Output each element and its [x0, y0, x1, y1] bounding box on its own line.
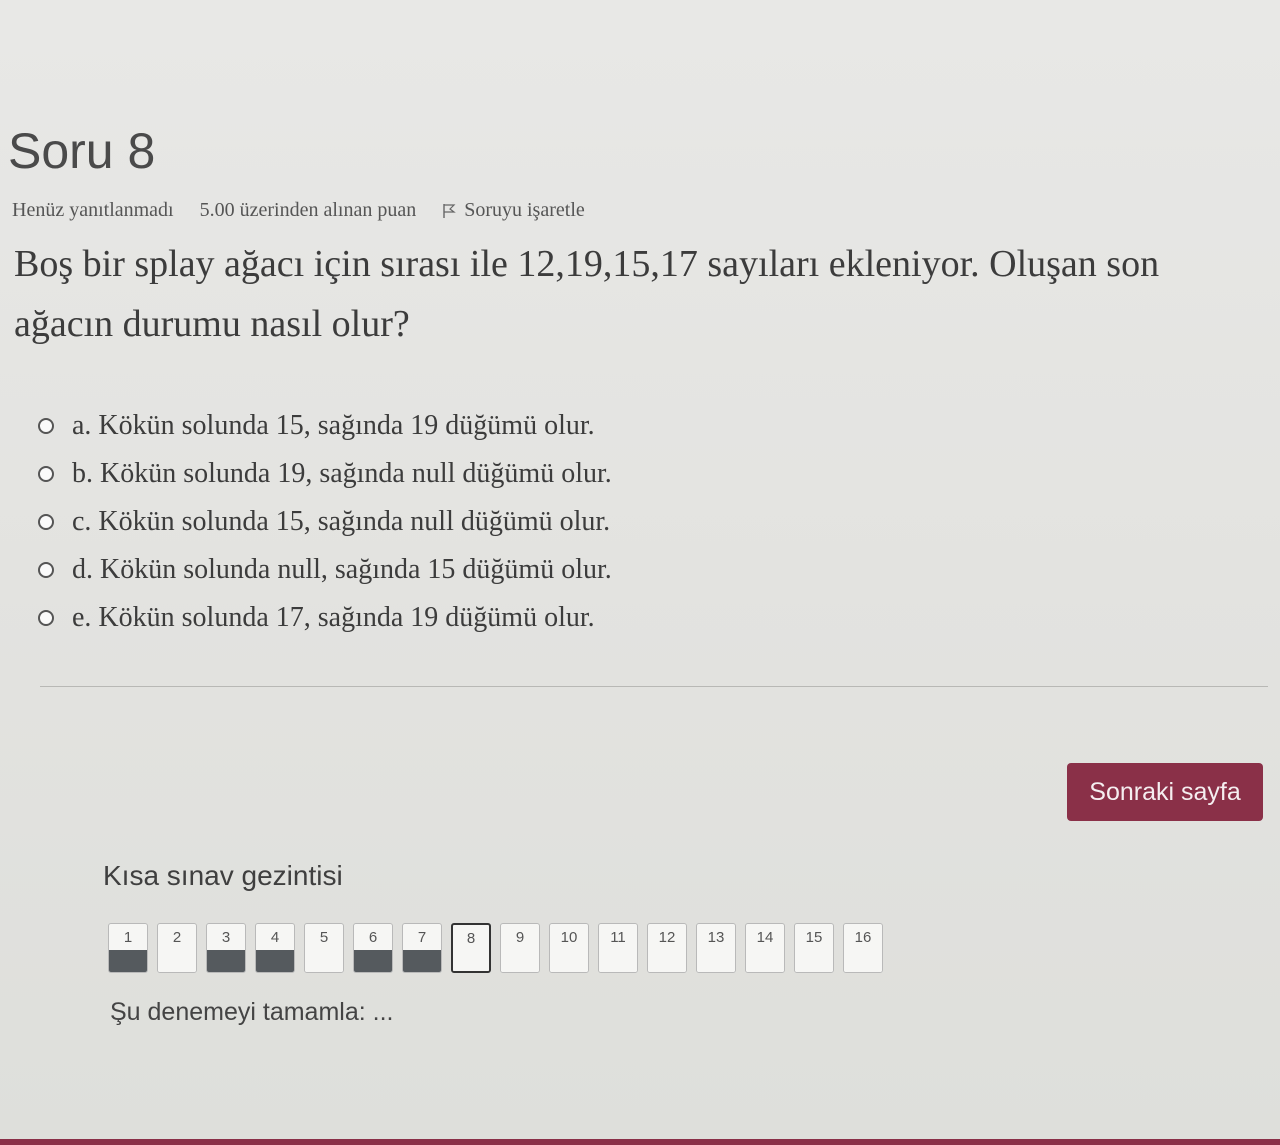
bottom-accent-bar — [0, 1139, 1280, 1145]
flag-icon — [443, 203, 457, 218]
question-title: Soru 8 — [8, 123, 156, 179]
quiz-nav-button-1[interactable]: 1 — [108, 923, 148, 973]
answer-option-e[interactable]: e. Kökün solunda 17, sağında 19 düğümü o… — [38, 594, 612, 642]
finish-attempt-link[interactable]: Şu denemeyi tamamla: ... — [110, 998, 393, 1027]
answer-label: a. Kökün solunda 15, sağında 19 düğümü o… — [72, 410, 595, 441]
quiz-nav-button-8[interactable]: 8 — [451, 923, 491, 973]
quiz-nav-number: 5 — [319, 928, 329, 946]
quiz-nav-button-16[interactable]: 16 — [843, 923, 883, 973]
quiz-nav-state — [403, 950, 441, 972]
quiz-nav-state — [305, 950, 343, 972]
question-grade: 5.00 üzerinden alınan puan — [199, 199, 417, 221]
quiz-nav-number: 12 — [658, 928, 676, 946]
question-status: Henüz yanıtlanmadı — [12, 199, 174, 221]
quiz-nav-button-14[interactable]: 14 — [745, 923, 785, 973]
quiz-nav-state — [453, 951, 489, 971]
quiz-nav-number: 1 — [123, 928, 133, 946]
quiz-nav-state — [746, 950, 784, 972]
quiz-nav-state — [109, 950, 147, 972]
flag-question-label: Soruyu işaretle — [464, 199, 585, 221]
quiz-nav-number: 2 — [172, 928, 182, 946]
quiz-nav-number: 3 — [221, 928, 231, 946]
divider — [40, 686, 1268, 687]
quiz-nav-state — [844, 950, 882, 972]
quiz-nav-button-13[interactable]: 13 — [696, 923, 736, 973]
quiz-nav-state — [354, 950, 392, 972]
quiz-nav-state — [599, 950, 637, 972]
quiz-nav-button-9[interactable]: 9 — [500, 923, 540, 973]
quiz-nav-number: 14 — [756, 928, 774, 946]
quiz-nav-number: 10 — [560, 928, 578, 946]
quiz-nav-button-5[interactable]: 5 — [304, 923, 344, 973]
radio-icon[interactable] — [38, 562, 54, 578]
question-info: Henüz yanıtlanmadı 5.00 üzerinden alınan… — [12, 199, 585, 222]
answer-option-a[interactable]: a. Kökün solunda 15, sağında 19 düğümü o… — [38, 402, 612, 450]
quiz-nav-number: 9 — [515, 928, 525, 946]
quiz-nav-state — [648, 950, 686, 972]
quiz-nav-button-2[interactable]: 2 — [157, 923, 197, 973]
quiz-nav-state — [158, 950, 196, 972]
quiz-nav-button-4[interactable]: 4 — [255, 923, 295, 973]
quiz-nav-button-15[interactable]: 15 — [794, 923, 834, 973]
quiz-nav-state — [501, 950, 539, 972]
answer-label: d. Kökün solunda null, sağında 15 düğümü… — [72, 554, 612, 585]
quiz-nav-number: 11 — [610, 928, 626, 946]
quiz-nav-button-7[interactable]: 7 — [402, 923, 442, 973]
answer-label: c. Kökün solunda 15, sağında null düğümü… — [72, 506, 611, 537]
quiz-page: Soru 8 Henüz yanıtlanmadı 5.00 üzerinden… — [0, 0, 1280, 1145]
quiz-nav-number: 8 — [466, 929, 476, 947]
flag-question-link[interactable]: Soruyu işaretle — [442, 199, 585, 222]
quiz-nav-state — [697, 950, 735, 972]
radio-icon[interactable] — [38, 514, 54, 530]
radio-icon[interactable] — [38, 466, 54, 482]
radio-icon[interactable] — [38, 610, 54, 626]
quiz-nav-button-10[interactable]: 10 — [549, 923, 589, 973]
answer-label: b. Kökün solunda 19, sağında null düğümü… — [72, 458, 612, 489]
answer-label: e. Kökün solunda 17, sağında 19 düğümü o… — [72, 602, 595, 633]
quiz-nav-number: 13 — [707, 928, 725, 946]
quiz-nav-number: 15 — [805, 928, 823, 946]
answer-list: a. Kökün solunda 15, sağında 19 düğümü o… — [38, 402, 612, 642]
quiz-navigation-title: Kısa sınav gezintisi — [103, 860, 343, 891]
quiz-nav-state — [550, 950, 588, 972]
quiz-nav-number: 6 — [368, 928, 378, 946]
quiz-nav-state — [207, 950, 245, 972]
quiz-nav-state — [795, 950, 833, 972]
quiz-nav-button-11[interactable]: 11 — [598, 923, 638, 973]
next-page-button[interactable]: Sonraki sayfa — [1067, 763, 1263, 821]
quiz-nav-button-3[interactable]: 3 — [206, 923, 246, 973]
quiz-nav-number: 16 — [854, 928, 872, 946]
quiz-nav-state — [256, 950, 294, 972]
quiz-nav-button-12[interactable]: 12 — [647, 923, 687, 973]
answer-option-b[interactable]: b. Kökün solunda 19, sağında null düğümü… — [38, 450, 612, 498]
question-text: Boş bir splay ağacı için sırası ile 12,1… — [14, 243, 1160, 345]
answer-option-c[interactable]: c. Kökün solunda 15, sağında null düğümü… — [38, 498, 612, 546]
quiz-nav-number: 4 — [270, 928, 280, 946]
quiz-navigation-grid: 1 2 3 4 5 6 7 8 9 10 11 12 13 14 15 16 — [108, 923, 883, 973]
radio-icon[interactable] — [38, 418, 54, 434]
quiz-nav-button-6[interactable]: 6 — [353, 923, 393, 973]
quiz-nav-number: 7 — [417, 928, 427, 946]
answer-option-d[interactable]: d. Kökün solunda null, sağında 15 düğümü… — [38, 546, 612, 594]
